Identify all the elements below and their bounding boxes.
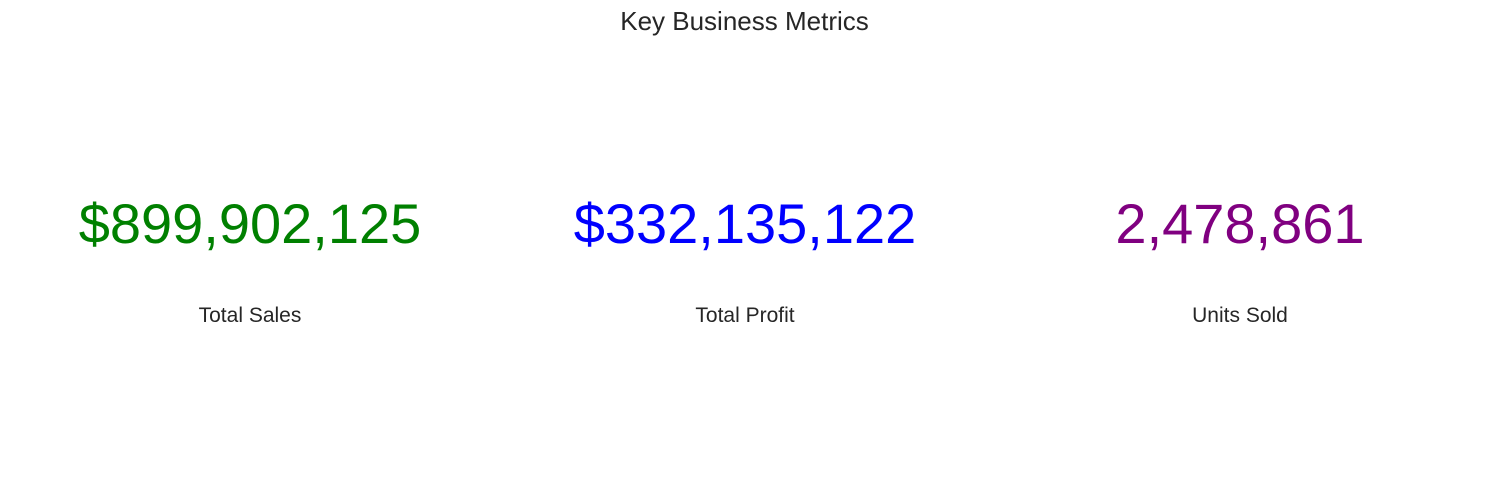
metric-label-total-sales: Total Sales [198,304,302,327]
metric-label-total-profit: Total Profit [695,304,795,327]
metric-value-total-sales: $899,902,125 [78,192,422,255]
metrics-figure: Key Business Metrics $899,902,125 Total … [0,0,1489,495]
metric-panel-total-sales: $899,902,125 Total Sales [2,0,498,495]
metric-label-units-sold: Units Sold [1192,304,1288,327]
metric-value-units-sold: 2,478,861 [1115,192,1365,255]
metric-panel-units-sold: 2,478,861 Units Sold [992,0,1488,495]
metric-value-total-profit: $332,135,122 [573,192,917,255]
metric-panel-total-profit: $332,135,122 Total Profit [497,0,993,495]
